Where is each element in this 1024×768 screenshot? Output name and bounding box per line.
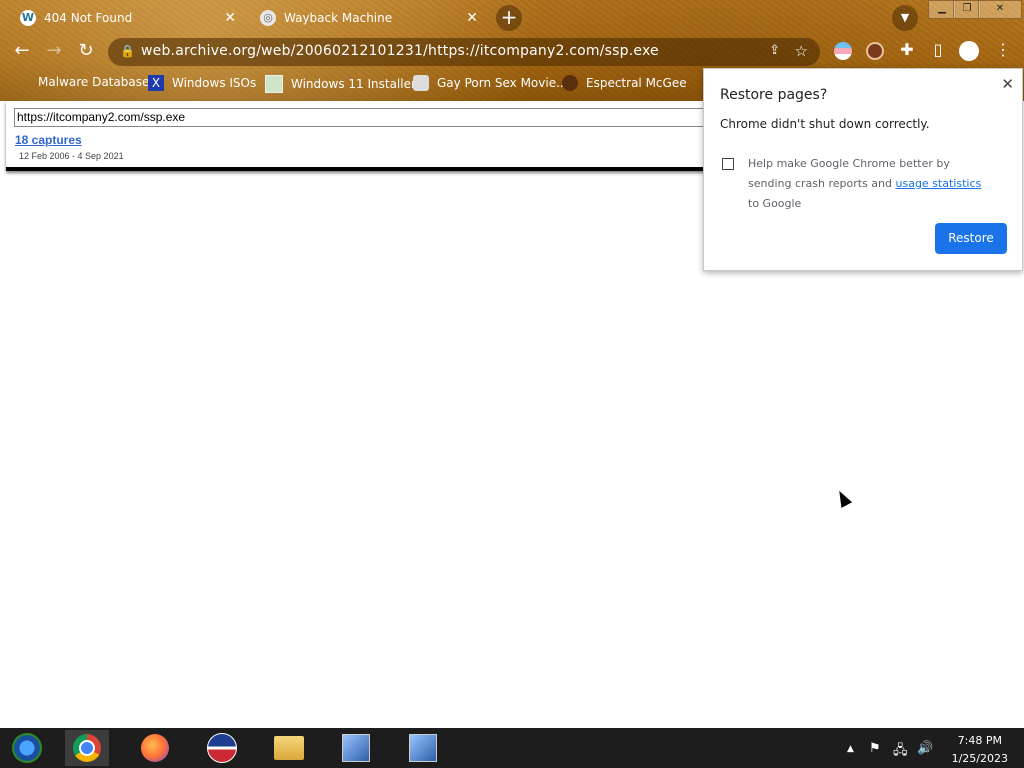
side-panel-icon[interactable]: ▯ <box>927 40 949 59</box>
tab-404-not-found[interactable]: W 404 Not Found ✕ <box>0 2 246 33</box>
bookmark-malware-database[interactable]: Malware Database <box>38 75 149 89</box>
volume-icon[interactable]: 🔊 <box>917 741 933 756</box>
clock-time: 7:48 PM <box>957 734 1002 747</box>
dialog-message: Chrome didn't shut down correctly. <box>720 117 930 131</box>
capture-date-range: 12 Feb 2006 - 4 Sep 2021 <box>19 151 124 161</box>
taskbar-obama-campaign[interactable] <box>200 730 244 766</box>
wayback-url-input[interactable]: https://itcompany2.com/ssp.exe <box>14 108 758 127</box>
bookmark-video-site[interactable]: Gay Porn Sex Movie... <box>413 75 568 91</box>
bookmark-espectral-mcgee[interactable]: Espectral McGee <box>562 75 687 91</box>
star-icon[interactable]: ☆ <box>795 42 808 60</box>
restore-pages-dialog: Restore pages? ✕ Chrome didn't shut down… <box>703 68 1023 271</box>
taskbar-chrome[interactable] <box>65 730 109 766</box>
close-tab-icon[interactable]: ✕ <box>224 10 236 26</box>
forward-button[interactable]: → <box>40 36 68 66</box>
folder-icon <box>274 736 304 760</box>
x-logo-icon: X <box>148 75 164 91</box>
bookmark-windows-11-installer[interactable]: Windows 11 Installer <box>265 75 416 93</box>
profile-icon[interactable] <box>959 41 979 61</box>
chrome-icon <box>73 734 101 762</box>
close-dialog-icon[interactable]: ✕ <box>1001 75 1014 93</box>
close-window-button[interactable]: ✕ <box>978 0 1022 19</box>
extension-avatar-icon[interactable] <box>866 42 884 60</box>
extensions-puzzle-icon[interactable]: ✚ <box>896 40 918 59</box>
new-tab-button[interactable]: + <box>496 5 522 31</box>
address-bar[interactable]: 🔒 web.archive.org/web/20060212101231/htt… <box>108 38 820 66</box>
globe-icon: ◎ <box>260 9 276 26</box>
close-tab-icon[interactable]: ✕ <box>466 10 478 26</box>
campaign-logo-icon <box>207 733 237 763</box>
taskbar-firefox[interactable] <box>133 730 177 766</box>
bookmark-windows-isos[interactable]: X Windows ISOs <box>148 75 256 91</box>
extension-flag-icon[interactable] <box>834 42 852 60</box>
restore-window-button[interactable]: ❐ <box>953 0 981 19</box>
network-icon[interactable]: 🖧 <box>893 741 908 763</box>
show-hidden-icons-icon[interactable]: ▲ <box>847 744 854 754</box>
captures-link[interactable]: 18 captures <box>15 133 82 147</box>
tab-title: 404 Not Found <box>44 10 133 25</box>
clock-date: 1/25/2023 <box>951 752 1008 765</box>
lock-icon[interactable]: 🔒 <box>120 44 135 58</box>
back-button[interactable]: ← <box>8 36 36 66</box>
tab-title: Wayback Machine <box>284 10 393 25</box>
restore-button[interactable]: Restore <box>935 223 1007 254</box>
tab-wayback-machine[interactable]: ◎ Wayback Machine ✕ <box>248 2 488 33</box>
film-icon <box>413 75 429 91</box>
crash-report-checkbox[interactable] <box>722 158 734 170</box>
dialog-title: Restore pages? <box>720 87 828 103</box>
windows-orb-icon <box>12 733 42 763</box>
image-icon <box>265 75 283 93</box>
wordpress-icon: W <box>20 9 36 26</box>
firefox-icon <box>141 734 169 762</box>
start-button[interactable] <box>5 730 49 766</box>
system-clock[interactable]: 7:48 PM 1/25/2023 <box>952 732 1008 768</box>
minimize-button[interactable]: ▁ <box>928 0 956 19</box>
share-icon[interactable]: ⇪ <box>769 43 780 58</box>
menu-kebab-icon[interactable]: ⋮ <box>992 40 1014 59</box>
taskbar-installer-1[interactable] <box>334 730 378 766</box>
crash-report-label: Help make Google Chrome better by sendin… <box>748 157 982 210</box>
usage-statistics-link[interactable]: usage statistics <box>896 177 982 190</box>
reload-button[interactable]: ↻ <box>72 36 100 66</box>
tab-search-button[interactable]: ▼ <box>892 5 918 31</box>
mouse-cursor-icon <box>833 488 853 508</box>
address-text[interactable]: web.archive.org/web/20060212101231/https… <box>141 43 659 59</box>
installer-icon <box>409 734 437 762</box>
taskbar-installer-2[interactable] <box>401 730 445 766</box>
installer-icon <box>342 734 370 762</box>
taskbar-file-explorer[interactable] <box>267 730 311 766</box>
action-center-flag-icon[interactable]: ⚑ <box>869 741 881 756</box>
character-icon <box>562 75 578 91</box>
